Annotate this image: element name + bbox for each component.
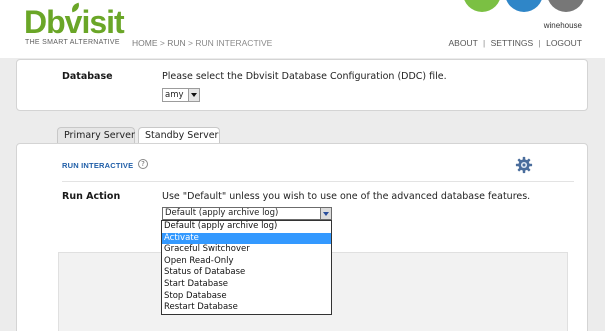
ddc-select[interactable]: amy bbox=[162, 88, 200, 102]
nav-separator: | bbox=[538, 38, 541, 48]
breadcrumb-current: RUN INTERACTIVE bbox=[195, 38, 273, 48]
section-title: RUN INTERACTIVE bbox=[62, 161, 134, 170]
gray-circle-decoration bbox=[547, 0, 585, 12]
help-icon[interactable]: ? bbox=[138, 159, 148, 169]
database-panel: Database Please select the Dbvisit Datab… bbox=[16, 59, 588, 111]
run-action-label: Run Action bbox=[62, 191, 121, 202]
logout-link[interactable]: LOGOUT bbox=[546, 38, 582, 48]
header: Dbvisit THE SMART ALTERNATIVE HOME > RUN… bbox=[0, 0, 605, 58]
run-action-select-value: Default (apply archive log) bbox=[165, 208, 279, 218]
green-circle-decoration bbox=[463, 0, 501, 12]
run-action-dropdown[interactable]: Default (apply archive log) Activate Gra… bbox=[161, 220, 332, 315]
about-link[interactable]: ABOUT bbox=[449, 38, 478, 48]
gear-icon[interactable] bbox=[515, 156, 533, 174]
dropdown-option-restart-database[interactable]: Restart Database bbox=[162, 302, 331, 314]
dropdown-option-status-of-database[interactable]: Status of Database bbox=[162, 267, 331, 279]
chevron-down-icon[interactable] bbox=[320, 208, 331, 219]
nav-separator: | bbox=[483, 38, 486, 48]
blue-circle-decoration bbox=[505, 0, 543, 12]
dropdown-option-activate[interactable]: Activate bbox=[162, 232, 331, 245]
run-action-hint: Use "Default" unless you wish to use one… bbox=[162, 191, 531, 202]
run-action-select[interactable]: Default (apply archive log) bbox=[162, 207, 332, 220]
dropdown-option-graceful-switchover[interactable]: Graceful Switchover bbox=[162, 244, 331, 256]
ddc-select-value: amy bbox=[165, 90, 184, 100]
breadcrumb-home[interactable]: HOME bbox=[132, 38, 158, 48]
tagline: THE SMART ALTERNATIVE bbox=[25, 39, 120, 46]
settings-link[interactable]: SETTINGS bbox=[491, 38, 534, 48]
breadcrumb-separator: > bbox=[159, 38, 165, 48]
dropdown-option-stop-database[interactable]: Stop Database bbox=[162, 291, 331, 303]
database-label: Database bbox=[62, 71, 113, 82]
logo[interactable]: Dbvisit bbox=[24, 2, 125, 38]
breadcrumb-run[interactable]: RUN bbox=[167, 38, 185, 48]
breadcrumb: HOME > RUN > RUN INTERACTIVE bbox=[132, 38, 272, 48]
breadcrumb-separator: > bbox=[188, 38, 193, 48]
dropdown-option-start-database[interactable]: Start Database bbox=[162, 279, 331, 291]
section-divider bbox=[62, 181, 574, 182]
username: winehouse bbox=[543, 21, 582, 30]
dropdown-option-default[interactable]: Default (apply archive log) bbox=[162, 221, 331, 233]
chevron-down-icon[interactable] bbox=[188, 89, 199, 101]
database-instruction: Please select the Dbvisit Database Confi… bbox=[162, 71, 447, 82]
dropdown-option-open-read-only[interactable]: Open Read-Only bbox=[162, 256, 331, 268]
top-nav: ABOUT | SETTINGS | LOGOUT bbox=[449, 38, 583, 48]
